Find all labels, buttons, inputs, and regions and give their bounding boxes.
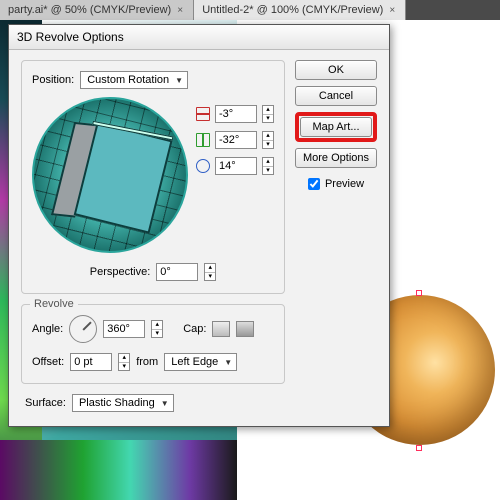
position-dropdown[interactable]: Custom Rotation ▼ bbox=[80, 71, 188, 89]
from-edge-dropdown[interactable]: Left Edge ▼ bbox=[164, 353, 237, 371]
dropdown-value: Plastic Shading bbox=[79, 397, 155, 409]
offset-label: Offset: bbox=[32, 356, 64, 368]
rotate-z-input[interactable] bbox=[215, 157, 257, 175]
position-label: Position: bbox=[32, 74, 74, 86]
surface-label: Surface: bbox=[25, 397, 66, 409]
axis-z-icon bbox=[196, 159, 210, 173]
group-revolve: Revolve Angle: ▴▾ Cap: Offset: ▴▾ from bbox=[21, 304, 285, 384]
close-icon[interactable]: × bbox=[175, 5, 185, 15]
document-tabs: party.ai* @ 50% (CMYK/Preview) × Untitle… bbox=[0, 0, 500, 20]
angle-dial-icon[interactable] bbox=[69, 315, 97, 343]
stepper-x[interactable]: ▴▾ bbox=[262, 105, 274, 123]
axis-y-icon bbox=[196, 133, 210, 147]
dialog-3d-revolve-options: 3D Revolve Options Position: Custom Rota… bbox=[8, 24, 390, 427]
map-art-button[interactable]: Map Art... bbox=[300, 117, 372, 137]
rotate-x-input[interactable] bbox=[215, 105, 257, 123]
tab-label: Untitled-2* @ 100% (CMYK/Preview) bbox=[202, 4, 383, 16]
chevron-down-icon: ▼ bbox=[224, 358, 232, 367]
from-label: from bbox=[136, 356, 158, 368]
group-position: Position: Custom Rotation ▼ bbox=[21, 60, 285, 294]
axis-x-icon bbox=[196, 107, 210, 121]
close-icon[interactable]: × bbox=[387, 5, 397, 15]
preview-checkbox[interactable] bbox=[308, 178, 320, 190]
revolve-legend: Revolve bbox=[30, 298, 78, 310]
perspective-input[interactable] bbox=[156, 263, 198, 281]
angle-input[interactable] bbox=[103, 320, 145, 338]
dialog-title: 3D Revolve Options bbox=[9, 25, 389, 50]
angle-label: Angle: bbox=[32, 323, 63, 335]
stepper-z[interactable]: ▴▾ bbox=[262, 157, 274, 175]
cancel-button[interactable]: Cancel bbox=[295, 86, 377, 106]
cap-label: Cap: bbox=[183, 323, 206, 335]
more-options-button[interactable]: More Options bbox=[295, 148, 377, 168]
stepper-y[interactable]: ▴▾ bbox=[262, 131, 274, 149]
annotation-highlight: Map Art... bbox=[295, 112, 377, 142]
background-gradient-bottom bbox=[0, 440, 237, 500]
surface-dropdown[interactable]: Plastic Shading ▼ bbox=[72, 394, 174, 412]
chevron-down-icon: ▼ bbox=[175, 76, 183, 85]
angle-stepper[interactable]: ▴▾ bbox=[151, 320, 163, 338]
preview-label: Preview bbox=[325, 178, 364, 190]
perspective-stepper[interactable]: ▴▾ bbox=[204, 263, 216, 281]
offset-input[interactable] bbox=[70, 353, 112, 371]
chevron-down-icon: ▼ bbox=[161, 399, 169, 408]
offset-stepper[interactable]: ▴▾ bbox=[118, 353, 130, 371]
cap-on-icon[interactable] bbox=[212, 321, 230, 337]
dropdown-value: Left Edge bbox=[171, 356, 218, 368]
tab-label: party.ai* @ 50% (CMYK/Preview) bbox=[8, 4, 171, 16]
cap-off-icon[interactable] bbox=[236, 321, 254, 337]
preview-checkbox-row[interactable]: Preview bbox=[295, 178, 377, 190]
anchor-point-icon[interactable] bbox=[416, 290, 422, 296]
rotate-y-input[interactable] bbox=[215, 131, 257, 149]
dropdown-value: Custom Rotation bbox=[87, 74, 169, 86]
tab-untitled-2[interactable]: Untitled-2* @ 100% (CMYK/Preview) × bbox=[194, 0, 406, 20]
anchor-point-icon[interactable] bbox=[416, 445, 422, 451]
rotation-trackball[interactable] bbox=[32, 97, 188, 253]
ok-button[interactable]: OK bbox=[295, 60, 377, 80]
perspective-label: Perspective: bbox=[90, 266, 151, 278]
tab-party-ai[interactable]: party.ai* @ 50% (CMYK/Preview) × bbox=[0, 0, 194, 20]
